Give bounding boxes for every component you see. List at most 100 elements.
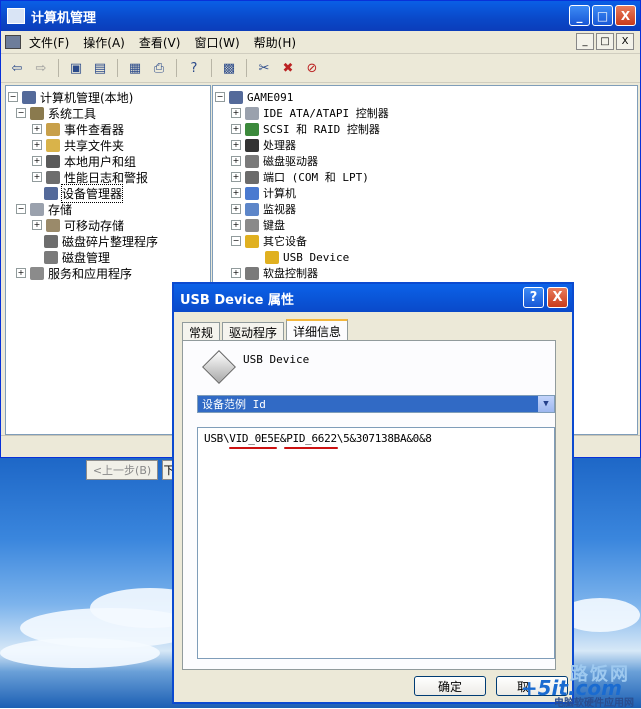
expand-icon[interactable]: + xyxy=(231,124,241,134)
toolbar-separator xyxy=(58,59,59,77)
device-tree-item[interactable]: + 磁盘驱动器 xyxy=(231,153,318,169)
mdi-close-button[interactable]: X xyxy=(616,33,634,50)
warning-question-icon xyxy=(245,234,259,248)
expand-icon[interactable]: + xyxy=(231,268,241,278)
tab-driver[interactable]: 驱动程序 xyxy=(222,322,285,341)
help-button[interactable]: ? xyxy=(523,287,544,308)
print-icon[interactable]: ⎙ xyxy=(149,58,169,78)
menu-file[interactable]: 文件(F) xyxy=(29,34,69,51)
device-tree-item[interactable]: + 端口 (COM 和 LPT) xyxy=(231,169,369,185)
expand-icon[interactable]: + xyxy=(32,140,42,150)
device-tree-item[interactable]: − GAME091 xyxy=(215,89,293,105)
device-tree-item[interactable]: + SCSI 和 RAID 控制器 xyxy=(231,121,380,137)
expand-icon[interactable]: + xyxy=(32,156,42,166)
site-watermark: 路饭网 +5it.com 电脑软硬件应用网 xyxy=(500,660,638,709)
window-title: 计算机管理 xyxy=(31,10,97,26)
tab-general[interactable]: 常规 xyxy=(182,322,221,341)
system-menu-icon[interactable] xyxy=(5,35,21,49)
mdi-restore-button[interactable]: □ xyxy=(596,33,614,50)
enable-icon[interactable]: ⊘ xyxy=(302,58,322,78)
console-tree-item[interactable]: + 性能日志和警报 xyxy=(32,169,148,185)
expand-icon[interactable]: + xyxy=(231,220,241,230)
uninstall-icon[interactable]: ✂ xyxy=(254,58,274,78)
device-tree-item[interactable]: + IDE ATA/ATAPI 控制器 xyxy=(231,105,389,121)
dialog-close-button[interactable]: X xyxy=(547,287,568,308)
maximize-button[interactable]: □ xyxy=(592,5,613,26)
tree-item-label: 磁盘驱动器 xyxy=(263,155,318,168)
tree-item-label: GAME091 xyxy=(247,90,294,104)
expand-icon[interactable]: + xyxy=(231,172,241,182)
console-tree-item[interactable]: 设备管理器 xyxy=(32,183,124,203)
show-hide-tree-icon[interactable]: ▤ xyxy=(90,58,110,78)
ok-button[interactable]: 确定 xyxy=(414,676,486,696)
tree-item-label: 磁盘管理 xyxy=(62,250,111,265)
expand-icon[interactable]: + xyxy=(32,220,42,230)
tree-node-icon xyxy=(30,106,44,120)
mdi-minimize-button[interactable]: _ xyxy=(576,33,594,50)
collapse-icon[interactable]: − xyxy=(8,92,18,102)
toolbar-separator xyxy=(246,59,247,77)
window-titlebar[interactable]: 计算机管理 _ □ X xyxy=(1,1,640,31)
watermark-caption: 电脑软硬件应用网 xyxy=(554,698,634,709)
device-tree-item[interactable]: − 其它设备 xyxy=(231,233,307,249)
chevron-down-icon[interactable]: ▼ xyxy=(538,396,554,412)
tree-item-label: 其它设备 xyxy=(263,235,307,248)
expand-icon[interactable]: + xyxy=(231,204,241,214)
menu-window[interactable]: 窗口(W) xyxy=(194,34,239,51)
console-tree-item[interactable]: 磁盘管理 xyxy=(32,249,110,265)
device-tree-item[interactable]: USB Device xyxy=(253,249,349,265)
menu-help[interactable]: 帮助(H) xyxy=(254,34,296,51)
console-tree-item[interactable]: − 存储 xyxy=(16,201,72,217)
console-tree-item[interactable]: + 事件查看器 xyxy=(32,121,124,137)
tree-node-icon xyxy=(44,186,58,200)
console-tree-item[interactable]: + 服务和应用程序 xyxy=(16,265,132,281)
device-instance-id[interactable]: USB\VID_0E5E&PID_6622\5&307138BA&0&8 xyxy=(204,432,432,445)
console-tree-item[interactable]: − 计算机管理(本地) xyxy=(8,89,133,105)
wizard-back-button[interactable]: <上一步(B) xyxy=(86,460,158,480)
expand-icon[interactable]: + xyxy=(16,268,26,278)
console-tree-item[interactable]: 磁盘碎片整理程序 xyxy=(32,233,158,249)
expand-icon[interactable]: + xyxy=(231,108,241,118)
close-button[interactable]: X xyxy=(615,5,636,26)
device-tree-item[interactable]: + 键盘 xyxy=(231,217,285,233)
collapse-icon[interactable]: − xyxy=(215,92,225,102)
tree-node-icon xyxy=(46,138,60,152)
expand-icon[interactable]: + xyxy=(32,124,42,134)
tree-node-icon xyxy=(44,250,58,264)
back-icon[interactable]: ⇦ xyxy=(7,58,27,78)
tree-item-label: 性能日志和警报 xyxy=(64,170,149,185)
device-tree-item[interactable]: + 处理器 xyxy=(231,137,296,153)
collapse-icon[interactable]: − xyxy=(16,204,26,214)
expand-icon[interactable]: + xyxy=(32,172,42,182)
forward-icon[interactable]: ⇨ xyxy=(31,58,51,78)
menu-action[interactable]: 操作(A) xyxy=(83,34,125,51)
console-tree-item[interactable]: + 共享文件夹 xyxy=(32,137,124,153)
tree-item-label: 计算机管理(本地) xyxy=(40,90,134,105)
console-tree-item[interactable]: + 可移动存储 xyxy=(32,217,124,233)
expand-icon[interactable]: + xyxy=(231,156,241,166)
expand-icon[interactable]: + xyxy=(231,140,241,150)
tree-item-label: 监视器 xyxy=(263,203,296,216)
properties-icon[interactable]: ▦ xyxy=(125,58,145,78)
menu-view[interactable]: 查看(V) xyxy=(139,34,181,51)
cloud xyxy=(0,638,160,668)
collapse-icon[interactable]: − xyxy=(16,108,26,118)
device-tree-item[interactable]: + 软盘控制器 xyxy=(231,265,318,281)
console-tree-item[interactable]: − 系统工具 xyxy=(16,105,96,121)
device-tree-item[interactable]: + 计算机 xyxy=(231,185,296,201)
tab-details[interactable]: 详细信息 xyxy=(286,319,349,342)
scan-icon[interactable]: ▩ xyxy=(219,58,239,78)
expand-icon[interactable]: + xyxy=(231,188,241,198)
collapse-icon[interactable]: − xyxy=(231,236,241,246)
console-tree-item[interactable]: + 本地用户和组 xyxy=(32,153,136,169)
tree-item-label: SCSI 和 RAID 控制器 xyxy=(263,123,380,136)
disable-icon[interactable]: ✖ xyxy=(278,58,298,78)
dialog-titlebar[interactable]: USB Device 属性 ? X xyxy=(174,284,572,312)
device-tree-item[interactable]: + 监视器 xyxy=(231,201,296,217)
minimize-button[interactable]: _ xyxy=(569,5,590,26)
value-list[interactable]: USB\VID_0E5E&PID_6622\5&307138BA&0&8 xyxy=(197,427,555,659)
up-folder-icon[interactable]: ▣ xyxy=(66,58,86,78)
property-dropdown[interactable]: 设备范例 Id ▼ xyxy=(197,395,555,413)
tree-node-icon xyxy=(30,202,44,216)
help-icon[interactable]: ? xyxy=(184,58,204,78)
